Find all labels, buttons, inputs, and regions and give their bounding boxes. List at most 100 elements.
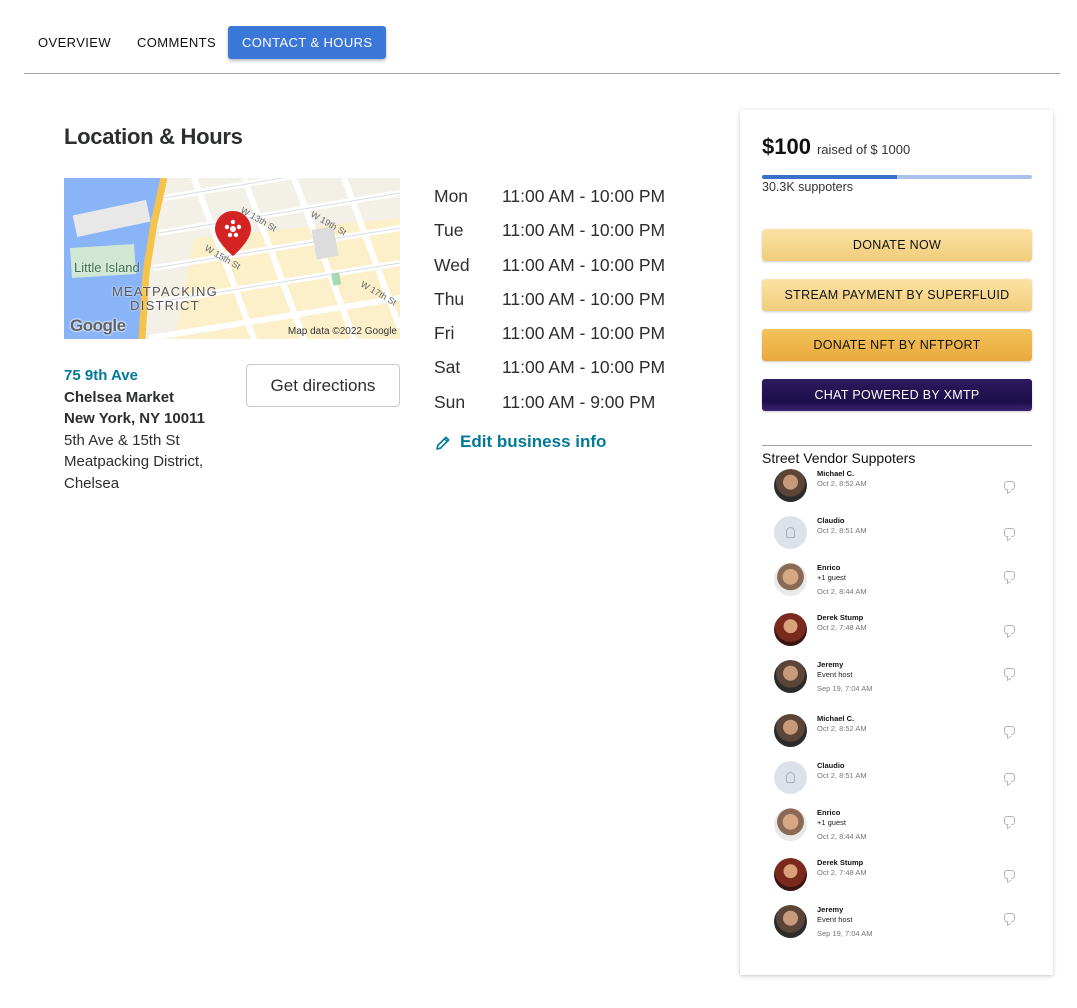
avatar xyxy=(774,469,807,502)
get-directions-button[interactable]: Get directions xyxy=(246,364,400,407)
progress-fill xyxy=(762,175,897,179)
hours-day: Tue xyxy=(434,220,464,241)
supporters-count: 30.3K suppoters xyxy=(762,180,854,194)
supporter-timestamp: Oct 2, 8:44 AM xyxy=(817,587,867,596)
supporter-item[interactable]: Michael C. Oct 2, 8:52 AM xyxy=(774,714,1024,754)
supporter-item[interactable]: Derek Stump Oct 2, 7:48 AM xyxy=(774,858,1024,898)
hours-row: Wed 11:00 AM - 10:00 PM xyxy=(434,255,665,289)
stream-payment-button[interactable]: STREAM PAYMENT BY SUPERFLUID xyxy=(762,279,1032,311)
user-placeholder-icon xyxy=(786,527,795,538)
edit-business-info-link[interactable]: Edit business info xyxy=(434,431,606,452)
hours-time: 11:00 AM - 9:00 PM xyxy=(502,391,656,412)
supporter-name: Claudio xyxy=(817,516,845,525)
avatar xyxy=(774,905,807,938)
chat-bubble-icon[interactable] xyxy=(1004,816,1015,825)
supporter-subtitle: Event host xyxy=(817,915,853,924)
supporter-timestamp: Oct 2, 7:48 AM xyxy=(817,623,867,632)
hours-time: 11:00 AM - 10:00 PM xyxy=(502,254,666,275)
supporter-name: Jeremy xyxy=(817,660,844,669)
avatar xyxy=(774,660,807,693)
hours-time: 11:00 AM - 10:00 PM xyxy=(502,288,666,309)
google-logo: Google xyxy=(70,316,126,335)
hours-day: Mon xyxy=(434,186,469,206)
supporter-item[interactable]: Claudio Oct 2, 8:51 AM xyxy=(774,516,1024,556)
supporters-title: Street Vendor Suppoters xyxy=(762,450,916,466)
chat-bubble-icon[interactable] xyxy=(1004,668,1015,677)
supporter-name: Derek Stump xyxy=(817,613,864,622)
raised-amount: $100 xyxy=(762,134,811,159)
address-neighborhood-2: Chelsea xyxy=(64,474,120,492)
hours-day: Sat xyxy=(434,357,461,378)
tab-comments[interactable]: COMMENTS xyxy=(123,26,230,59)
supporter-item[interactable]: Jeremy Event host Sep 19, 7:04 AM xyxy=(774,660,1024,700)
chat-bubble-icon[interactable] xyxy=(1004,528,1015,537)
supporter-item[interactable]: Enrico +1 guest Oct 2, 8:44 AM xyxy=(774,563,1024,603)
supporter-item[interactable]: Jeremy Event host Sep 19, 7:04 AM xyxy=(774,905,1024,945)
supporter-item[interactable]: Enrico +1 guest Oct 2, 8:44 AM xyxy=(774,808,1024,848)
hours-time: 11:00 AM - 10:00 PM xyxy=(502,323,666,344)
hours-time: 11:00 AM - 10:00 PM xyxy=(502,357,666,378)
avatar xyxy=(774,714,807,747)
map-attribution: Map data ©2022 Google xyxy=(287,326,397,337)
hours-day: Wed xyxy=(434,254,470,275)
chat-bubble-icon[interactable] xyxy=(1004,726,1015,735)
chat-bubble-icon[interactable] xyxy=(1004,481,1015,490)
chat-bubble-icon[interactable] xyxy=(1004,773,1015,782)
hours-table: Mon 11:00 AM - 10:00 PM Tue 11:00 AM - 10:… xyxy=(434,186,665,426)
avatar xyxy=(774,858,807,891)
map-label-little-island: Little Island xyxy=(74,260,140,275)
avatar xyxy=(774,761,807,794)
hours-row: Sat 11:00 AM - 10:00 PM xyxy=(434,357,665,391)
chat-bubble-icon[interactable] xyxy=(1004,870,1015,879)
chat-bubble-icon[interactable] xyxy=(1004,571,1015,580)
supporter-subtitle: +1 guest xyxy=(817,818,846,827)
address-cross-streets: 5th Ave & 15th St xyxy=(64,431,180,449)
supporter-timestamp: Sep 19, 7:04 AM xyxy=(817,929,873,938)
fundraiser-progress-bar xyxy=(762,175,1032,179)
supporter-name: Jeremy xyxy=(817,905,844,914)
location-map[interactable]: W 19th St W 15th St W 17th St W 13th St … xyxy=(64,178,400,339)
donate-now-button[interactable]: DONATE NOW xyxy=(762,229,1032,261)
supporter-timestamp: Oct 2, 7:48 AM xyxy=(817,868,867,877)
fundraiser-card: $100 raised of $ 1000 30.3K suppoters DO… xyxy=(740,110,1053,975)
supporter-timestamp: Oct 2, 8:51 AM xyxy=(817,526,867,535)
chat-bubble-icon[interactable] xyxy=(1004,625,1015,634)
supporter-name: Derek Stump xyxy=(817,858,864,867)
edit-business-info-label: Edit business info xyxy=(460,431,607,451)
avatar xyxy=(774,563,807,596)
tab-overview[interactable]: OVERVIEW xyxy=(24,26,125,59)
supporter-timestamp: Oct 2, 8:52 AM xyxy=(817,724,867,733)
supporter-item[interactable]: Michael C. Oct 2, 8:52 AM xyxy=(774,469,1024,509)
address-block: 75 9th Ave Chelsea Market New York, NY 1… xyxy=(64,365,205,494)
hours-day: Thu xyxy=(434,288,465,309)
avatar xyxy=(774,516,807,549)
tab-contact-hours[interactable]: CONTACT & HOURS xyxy=(228,26,387,59)
hours-time: 11:00 AM - 10:00 PM xyxy=(502,186,666,206)
map-graphic: W 19th St W 15th St W 17th St W 13th St xyxy=(64,178,400,339)
supporter-name: Enrico xyxy=(817,563,841,572)
supporter-subtitle: +1 guest xyxy=(817,573,846,582)
donate-nft-button[interactable]: DONATE NFT BY NFTPORT xyxy=(762,329,1032,361)
supporter-item[interactable]: Claudio Oct 2, 8:51 AM xyxy=(774,761,1024,801)
tab-bar: OVERVIEW COMMENTS CONTACT & HOURS xyxy=(24,0,1060,74)
chat-bubble-icon[interactable] xyxy=(1004,913,1015,922)
hours-day: Fri xyxy=(434,323,455,344)
hours-row: Sun 11:00 AM - 9:00 PM xyxy=(434,392,665,426)
supporter-timestamp: Oct 2, 8:52 AM xyxy=(817,479,867,488)
hours-time: 11:00 AM - 10:00 PM xyxy=(502,220,666,241)
hours-row: Thu 11:00 AM - 10:00 PM xyxy=(434,289,665,323)
supporter-name: Enrico xyxy=(817,808,841,817)
user-placeholder-icon xyxy=(786,772,795,783)
map-label-meatpacking: MEATPACKING DISTRICT xyxy=(112,285,218,313)
raised-summary: $100 raised of $ 1000 xyxy=(762,134,910,160)
hours-row: Fri 11:00 AM - 10:00 PM xyxy=(434,323,665,357)
supporter-timestamp: Sep 19, 7:04 AM xyxy=(817,684,873,693)
supporter-subtitle: Event host xyxy=(817,670,853,679)
address-line-2: Chelsea Market xyxy=(64,388,175,406)
supporter-item[interactable]: Derek Stump Oct 2, 7:48 AM xyxy=(774,613,1024,653)
hours-row: Tue 11:00 AM - 10:00 PM xyxy=(434,220,665,254)
address-street-link[interactable]: 75 9th Ave xyxy=(64,365,205,387)
supporters-divider xyxy=(762,445,1032,446)
map-label-meatpacking-line1: MEATPACKING xyxy=(112,284,218,299)
chat-xmtp-button[interactable]: CHAT POWERED BY XMTP xyxy=(762,379,1032,411)
